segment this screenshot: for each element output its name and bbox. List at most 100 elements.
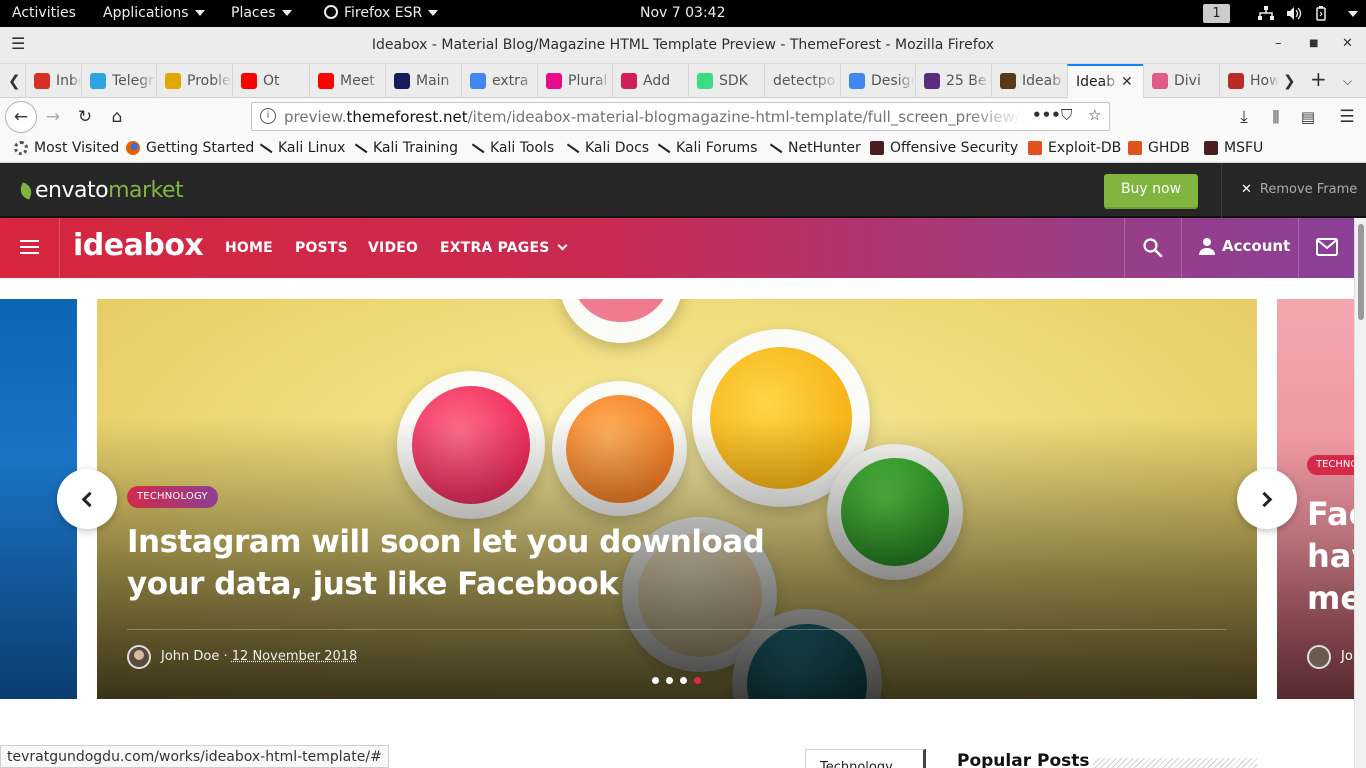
author-name[interactable]: John Doe — [161, 649, 219, 664]
site-info-icon[interactable]: i — [260, 108, 276, 124]
bookmark-star-icon[interactable]: ☆ — [1088, 106, 1101, 124]
library-button[interactable]: ⫼ — [1263, 104, 1289, 130]
scroll-tabs-left-icon[interactable]: ❮ — [8, 72, 21, 90]
bookmark-item[interactable]: GHDB — [1128, 140, 1190, 156]
new-tab-icon[interactable]: + — [1310, 67, 1327, 91]
tab-14[interactable]: Ideab — [991, 64, 1067, 98]
bookmark-item[interactable]: Exploit-DB — [1028, 140, 1121, 156]
envato-market-logo[interactable]: envatomarket — [17, 178, 184, 203]
gnome-top-bar: Activities Applications Places Firefox E… — [0, 0, 1366, 27]
bookmark-item[interactable]: Most Visited — [14, 140, 119, 156]
network-icon[interactable] — [1258, 6, 1274, 21]
volume-icon[interactable] — [1286, 6, 1302, 21]
bookmark-label: Kali Docs — [585, 140, 650, 156]
tab-9[interactable]: Add — [612, 64, 688, 98]
featured-slide[interactable]: TECHNOLOGY Instagram will soon let you d… — [97, 299, 1257, 699]
tab-10[interactable]: SDK — [688, 64, 764, 98]
applications-menu[interactable]: Applications — [103, 5, 205, 21]
tab-3[interactable]: Problem — [156, 64, 232, 98]
activities-button[interactable]: Activities — [12, 5, 76, 21]
back-button[interactable]: ← — [5, 101, 37, 133]
bookmark-item[interactable]: Offensive Security — [870, 140, 1018, 156]
address-bar[interactable]: i preview.themeforest.net/item/ideabox-m… — [251, 102, 1110, 131]
maximize-icon[interactable]: ■ — [1309, 38, 1318, 49]
home-button[interactable]: ⌂ — [104, 104, 130, 130]
bookmark-item[interactable]: Kali Tools — [469, 140, 554, 157]
firefox-icon — [324, 5, 338, 19]
author-name[interactable]: Jo — [1341, 649, 1353, 664]
tab-4[interactable]: Ot — [232, 64, 309, 98]
url-text[interactable]: preview.themeforest.net/item/ideabox-mat… — [284, 108, 1024, 126]
tab-6[interactable]: Main — [385, 64, 461, 98]
reload-button[interactable]: ↻ — [72, 104, 98, 130]
workspace-indicator[interactable]: 1 — [1203, 4, 1230, 23]
places-menu[interactable]: Places — [231, 5, 292, 21]
buy-now-button[interactable]: Buy now — [1104, 174, 1198, 207]
chevron-down-icon — [281, 10, 292, 16]
downloads-button[interactable]: ⤓ — [1231, 104, 1257, 130]
category-select[interactable]: Technology — [805, 749, 926, 768]
tab-8[interactable]: Plural — [537, 64, 612, 98]
tab-1[interactable]: Inbox — [25, 64, 81, 98]
clock[interactable]: Nov 7 03:42 — [640, 5, 725, 21]
site-logo[interactable]: ideabox — [73, 228, 204, 263]
slider-dot[interactable] — [680, 677, 687, 684]
system-menu-chevron-icon[interactable] — [1348, 11, 1358, 17]
nav-posts[interactable]: POSTS — [295, 240, 348, 256]
slider-pagination — [652, 677, 701, 684]
nav-video[interactable]: VIDEO — [368, 240, 418, 256]
close-tab-icon[interactable]: ✕ — [1121, 74, 1137, 90]
nav-extra-pages[interactable]: EXTRA PAGES — [440, 240, 567, 256]
search-icon[interactable] — [1142, 237, 1164, 259]
avatar[interactable] — [127, 645, 151, 669]
close-window-icon[interactable]: ✕ — [1342, 36, 1353, 51]
sidebar-button[interactable]: ▤ — [1295, 104, 1321, 130]
tab-16[interactable]: Divi — [1143, 64, 1219, 98]
tab-7[interactable]: extra — [461, 64, 537, 98]
tab-5[interactable]: Meet — [309, 64, 385, 98]
category-badge[interactable]: TECHNOLOGY — [127, 486, 218, 508]
tab-11[interactable]: detectpo — [764, 64, 840, 98]
category-badge[interactable]: TECHNO — [1307, 455, 1354, 475]
list-all-tabs-icon[interactable]: ⌵ — [1343, 74, 1352, 89]
scroll-tabs-right-icon[interactable]: ❯ — [1283, 72, 1296, 90]
slide-title[interactable]: Instagram will soon let you download you… — [127, 521, 827, 605]
bookmark-item[interactable]: NetHunter — [767, 140, 861, 157]
battery-icon[interactable] — [1314, 6, 1330, 21]
pocket-icon[interactable]: ⛉ — [1061, 106, 1072, 124]
slider-dot[interactable] — [652, 677, 659, 684]
slider-dot[interactable] — [666, 677, 673, 684]
bookmark-item[interactable]: Kali Training — [352, 140, 458, 157]
tab-2[interactable]: Telegram — [81, 64, 156, 98]
mail-icon[interactable] — [1316, 238, 1338, 256]
tab-13[interactable]: 25 Be — [915, 64, 991, 98]
bookmarks-toolbar: Most Visited Getting Started Kali Linux Kal… — [0, 136, 1366, 163]
remove-frame-button[interactable]: ✕ Remove Frame — [1241, 182, 1357, 197]
menu-button[interactable]: ☰ — [1334, 104, 1360, 130]
slide-title[interactable]: Fac hav me — [1307, 493, 1354, 619]
page-actions-icon[interactable]: ••• — [1032, 106, 1061, 124]
menu-icon[interactable] — [20, 240, 39, 254]
slider-next-button[interactable] — [1237, 469, 1297, 529]
forward-button[interactable]: → — [40, 104, 66, 130]
post-date[interactable]: 12 November 2018 — [232, 649, 358, 664]
bookmark-item[interactable]: MSFU — [1204, 140, 1263, 156]
bookmark-item[interactable]: Kali Linux — [257, 140, 345, 157]
nav-home[interactable]: HOME — [225, 240, 273, 256]
slider-dot[interactable] — [694, 677, 701, 684]
tab-17[interactable]: How — [1219, 64, 1279, 98]
bookmark-item[interactable]: Getting Started — [126, 140, 254, 156]
kali-icon — [469, 143, 485, 157]
bookmark-label: MSFU — [1224, 140, 1264, 156]
bookmark-item[interactable]: Kali Docs — [564, 140, 650, 157]
account-button[interactable]: Account — [1198, 237, 1290, 255]
page-scrollbar[interactable] — [1354, 218, 1366, 768]
minimize-icon[interactable]: – — [1275, 36, 1282, 51]
app-menu[interactable]: Firefox ESR — [324, 5, 439, 21]
tab-12[interactable]: Design — [840, 64, 915, 98]
tab-15[interactable]: Ideab ✕ — [1067, 64, 1143, 98]
slider-prev-button[interactable] — [57, 469, 117, 529]
scrollbar-thumb[interactable] — [1358, 224, 1364, 320]
avatar[interactable] — [1307, 645, 1331, 669]
bookmark-item[interactable]: Kali Forums — [655, 140, 757, 157]
